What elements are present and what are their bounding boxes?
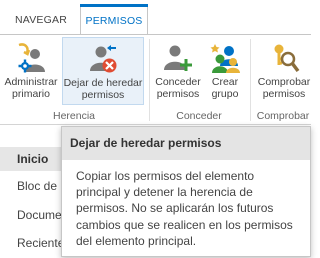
check-permissions-label-1: Comprobar <box>257 76 311 88</box>
group-label-comprobar: Comprobar <box>256 110 310 122</box>
grant-permissions-label-2: permisos <box>156 87 200 100</box>
grant-permissions-button[interactable]: Conceder permisos <box>152 37 204 105</box>
grant-permissions-label-1: Conceder <box>155 76 201 88</box>
group-label-herencia: Herencia <box>52 110 96 122</box>
check-permissions-label-2: permisos <box>262 87 306 100</box>
tooltip-title: Dejar de heredar permisos <box>62 127 310 160</box>
tab-navegar[interactable]: NAVEGAR <box>2 6 80 34</box>
create-group-button[interactable]: Crear grupo <box>205 37 245 105</box>
manage-parent-label-1: Administrar <box>4 76 58 88</box>
manage-parent-button[interactable]: Administrar primario <box>2 37 60 105</box>
stop-inheriting-label-1: Dejar de heredar <box>63 77 143 89</box>
stop-inheriting-icon <box>90 45 117 73</box>
quicklaunch-item-recientes[interactable]: Reciente <box>17 236 64 250</box>
create-group-label-2: grupo <box>211 87 239 100</box>
quicklaunch-item-bloc[interactable]: Bloc de <box>17 179 57 193</box>
ribbon-tab-strip: NAVEGAR PERMISOS <box>0 0 311 35</box>
create-group-label-1: Crear <box>211 76 239 88</box>
stop-inheriting-button[interactable]: Dejar de heredar permisos <box>62 37 144 105</box>
group-separator <box>149 39 150 121</box>
check-permissions-icon <box>274 44 300 73</box>
group-separator <box>250 39 251 121</box>
group-label-conceder: Conceder <box>176 110 222 122</box>
tooltip-body: Copiar los permisos del elemento princip… <box>76 169 293 248</box>
grant-permissions-icon <box>164 45 192 71</box>
ribbon-tooltip: Dejar de heredar permisos Copiar los per… <box>61 126 311 257</box>
ribbon: Administrar primario Dejar de heredar pe… <box>0 34 311 125</box>
stop-inheriting-label-2: permisos <box>81 88 125 101</box>
quicklaunch-item-documentos[interactable]: Docume <box>17 208 62 222</box>
check-permissions-button[interactable]: Comprobar permisos <box>254 37 314 105</box>
manage-parent-icon <box>18 43 45 73</box>
tab-permisos[interactable]: PERMISOS <box>80 4 148 35</box>
create-group-icon <box>210 44 240 73</box>
manage-parent-label-2: primario <box>12 87 50 100</box>
